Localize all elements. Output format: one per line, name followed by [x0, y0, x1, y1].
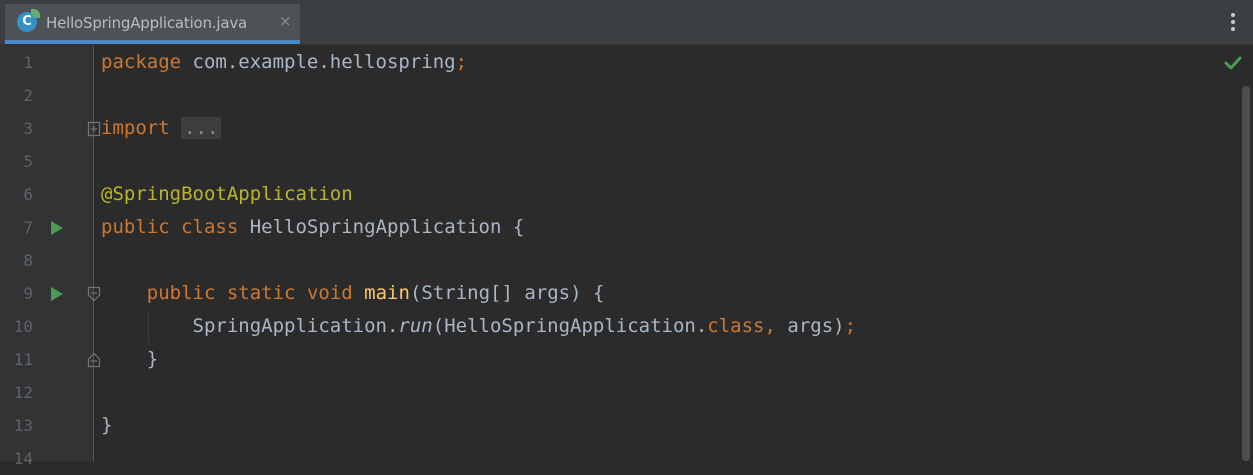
code-text: public class HelloSpringApplication {: [101, 211, 524, 244]
code-token: static: [226, 282, 296, 304]
code-token: HelloSpringApplication {: [238, 216, 525, 238]
code-line[interactable]: 5: [0, 145, 1239, 178]
fold-end-icon[interactable]: [87, 352, 101, 368]
code-token: run: [398, 315, 433, 337]
code-text: }: [101, 343, 158, 376]
line-number: 7: [23, 218, 33, 237]
line-number: 11: [13, 350, 33, 369]
code-token: ;: [455, 51, 468, 73]
line-number: 13: [13, 416, 33, 435]
code-text: SpringApplication.run(HelloSpringApplica…: [101, 310, 857, 343]
active-tab-indicator: [5, 40, 300, 44]
code-line[interactable]: 13}: [0, 409, 1239, 442]
code-line[interactable]: 1 package com.example.hellospring;: [0, 46, 1239, 79]
more-options-icon[interactable]: [1229, 13, 1237, 33]
code-token: public: [146, 282, 216, 304]
line-number: 5: [23, 152, 33, 171]
code-line[interactable]: 14: [0, 442, 1239, 475]
code-line[interactable]: 6 @SpringBootApplication: [0, 178, 1239, 211]
line-number: 1: [23, 53, 33, 72]
line-number: 10: [13, 317, 33, 336]
fold-collapse-icon[interactable]: [87, 286, 101, 302]
spring-class-icon: C: [17, 9, 40, 32]
code-line[interactable]: 7 public class HelloSpringApplication {: [0, 211, 1239, 244]
run-icon[interactable]: [51, 287, 63, 301]
code-token: }: [101, 348, 159, 370]
code-token: package: [101, 51, 182, 73]
file-tab-label: HelloSpringApplication.java: [46, 14, 248, 32]
code-token: main: [364, 282, 410, 304]
code-token: public: [101, 216, 170, 238]
code-line[interactable]: 10 SpringApplication.run(HelloSpringAppl…: [0, 310, 1239, 343]
code-text: import ...: [101, 112, 222, 145]
code-token: @SpringBootApplication: [101, 183, 353, 205]
code-text: public static void main(String[] args) {: [101, 277, 605, 310]
line-number: 8: [23, 251, 33, 270]
code-token: void: [306, 282, 353, 304]
code-line[interactable]: 3 import ...: [0, 112, 1239, 145]
editor-tab-bar: C HelloSpringApplication.java ×: [0, 0, 1253, 45]
line-number: 9: [23, 284, 33, 303]
fold-expand-icon[interactable]: [87, 121, 101, 137]
code-token: }: [101, 414, 113, 436]
code-text: @SpringBootApplication: [101, 178, 353, 211]
code-line[interactable]: 11 }: [0, 343, 1239, 376]
code-token: com.example.hellospring: [181, 51, 456, 73]
code-token: SpringApplication.: [101, 315, 399, 337]
code-token: ,: [764, 315, 788, 337]
code-line[interactable]: 12: [0, 376, 1239, 409]
close-icon[interactable]: ×: [279, 13, 292, 29]
run-icon[interactable]: [51, 221, 63, 235]
code-token: (HelloSpringApplication.: [432, 315, 708, 337]
line-number: 3: [23, 119, 33, 138]
line-number: 2: [23, 86, 33, 105]
code-token[interactable]: ...: [181, 117, 222, 139]
code-token: import: [101, 117, 170, 139]
line-number: 14: [13, 449, 33, 468]
line-number: 12: [13, 383, 33, 402]
file-tab[interactable]: C HelloSpringApplication.java ×: [5, 4, 300, 44]
code-text: }: [101, 409, 112, 442]
code-token: class: [181, 216, 239, 238]
line-number: 6: [23, 185, 33, 204]
code-line[interactable]: 9 public static void main(String[] args)…: [0, 277, 1239, 310]
code-token: (String[] args) {: [409, 282, 605, 304]
code-line[interactable]: 2: [0, 79, 1239, 112]
code-text: package com.example.hellospring;: [101, 46, 467, 79]
scrollbar-thumb[interactable]: [1242, 86, 1250, 461]
code-token: ;: [844, 315, 857, 337]
code-token: args): [787, 315, 845, 337]
code-token: class: [707, 315, 765, 337]
code-line[interactable]: 8: [0, 244, 1239, 277]
